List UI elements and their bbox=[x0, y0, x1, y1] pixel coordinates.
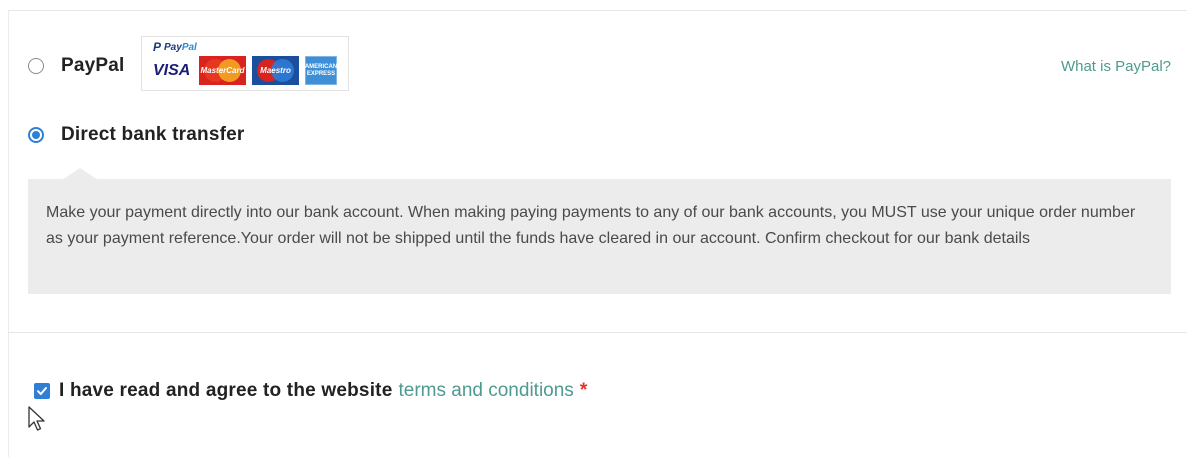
amex-logo: AMERICAN EXPRESS bbox=[305, 56, 337, 85]
section-divider bbox=[8, 332, 1187, 333]
terms-agreement-text: I have read and agree to the website bbox=[59, 380, 393, 401]
checkmark-icon bbox=[37, 387, 47, 395]
payment-option-paypal[interactable]: PayPal bbox=[28, 55, 125, 77]
mastercard-logo: MasterCard bbox=[199, 56, 246, 85]
bank-transfer-description: Make your payment directly into our bank… bbox=[28, 179, 1171, 294]
paypal-logos: P Pay Pal VISA MasterCard Maestro AMERICA… bbox=[141, 36, 349, 91]
payment-option-bank-transfer[interactable]: Direct bank transfer bbox=[28, 124, 245, 146]
bank-transfer-radio[interactable] bbox=[28, 127, 44, 143]
paypal-radio[interactable] bbox=[28, 58, 44, 74]
required-indicator: * bbox=[579, 380, 588, 401]
terms-and-conditions-link[interactable]: terms and conditions bbox=[398, 380, 573, 402]
paypal-p-icon: P bbox=[153, 40, 162, 54]
top-divider bbox=[8, 10, 1187, 11]
mouse-pointer-icon bbox=[28, 406, 45, 431]
what-is-paypal-link[interactable]: What is PayPal? bbox=[1061, 58, 1171, 75]
bank-transfer-label[interactable]: Direct bank transfer bbox=[61, 124, 245, 146]
paypal-label[interactable]: PayPal bbox=[61, 55, 125, 77]
card-logos: VISA MasterCard Maestro AMERICAN EXPRESS bbox=[153, 56, 337, 85]
visa-logo: VISA bbox=[153, 61, 191, 79]
terms-checkbox[interactable] bbox=[34, 383, 50, 399]
left-divider bbox=[8, 10, 9, 457]
terms-agreement[interactable]: I have read and agree to the website ter… bbox=[34, 380, 587, 402]
paypal-logo: P Pay Pal bbox=[153, 40, 197, 54]
maestro-logo: Maestro bbox=[252, 56, 299, 85]
payment-section: PayPal P Pay Pal VISA MasterCard Maestro … bbox=[0, 0, 1187, 457]
